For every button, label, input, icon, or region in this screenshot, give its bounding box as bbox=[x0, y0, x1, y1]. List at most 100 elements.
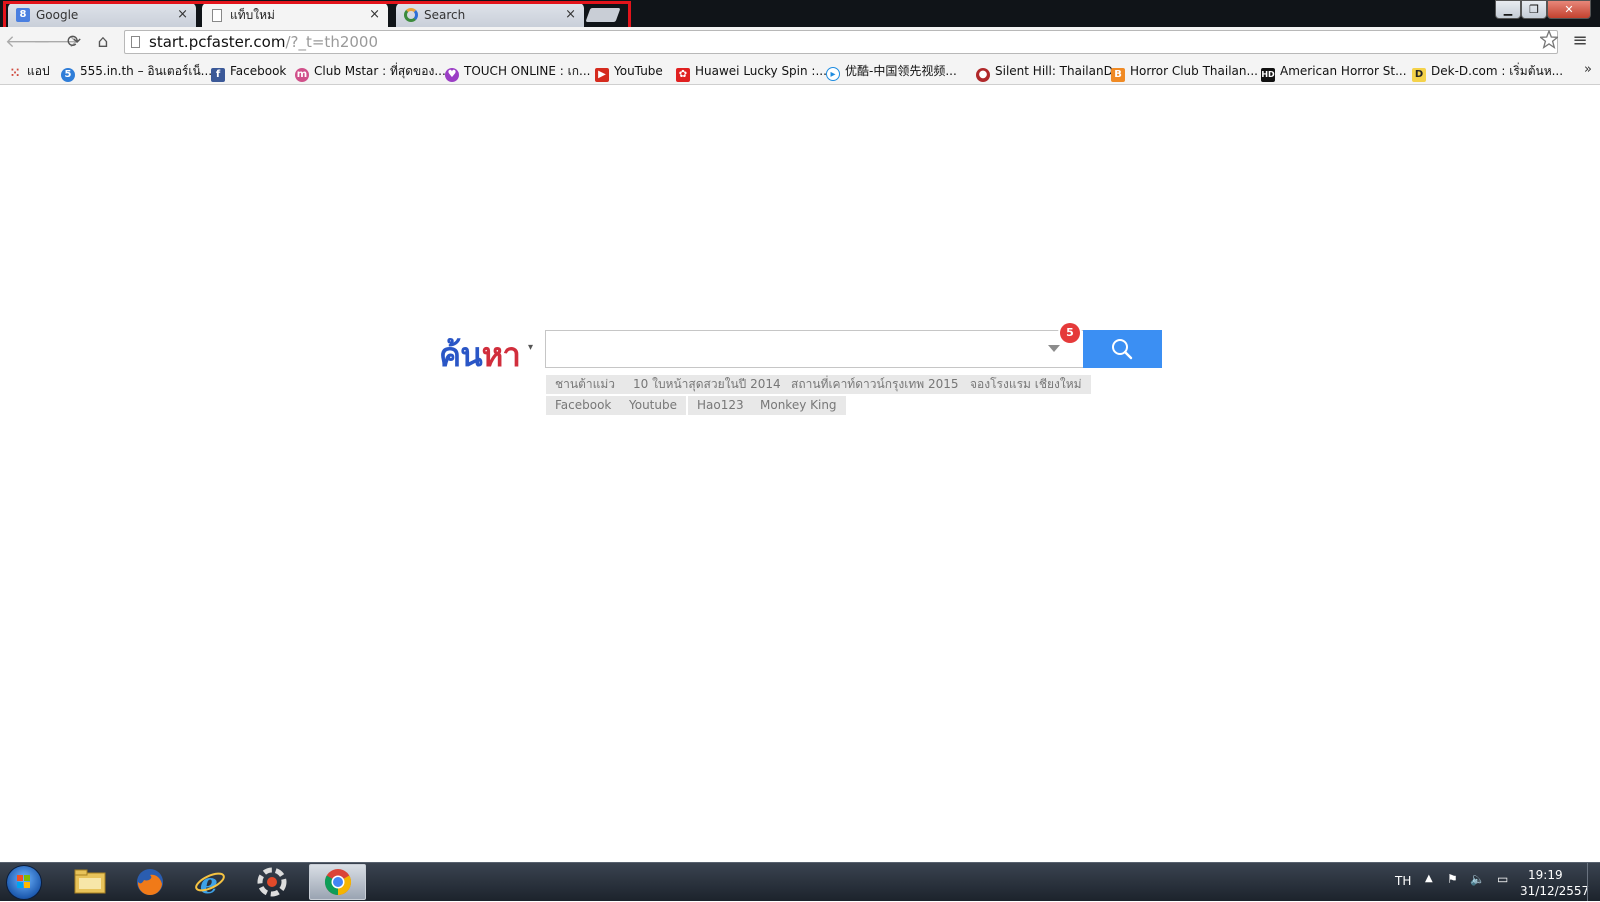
bookmarks-more-button[interactable]: » bbox=[1584, 62, 1592, 77]
silent-hill-icon: ● bbox=[976, 68, 990, 82]
toolbar: 🡐 🡒 ⟳ ⌂ start.pcfaster.com/?_t=th2000 ≡ bbox=[0, 27, 1600, 58]
bookmarks-bar: ⁙ แอป 5 555.in.th – อินเตอร์เน็... f Facebo… bbox=[0, 58, 1600, 85]
reload-button[interactable]: ⟳ bbox=[62, 31, 86, 53]
suggestion-chip[interactable]: 10 ใบหน้าสุดสวยในปี 2014 bbox=[624, 375, 790, 394]
bookmark-label: YouTube bbox=[614, 64, 663, 78]
menu-icon[interactable]: ≡ bbox=[1570, 30, 1590, 52]
bookmark-label: 555.in.th – อินเตอร์เน็... bbox=[80, 64, 213, 78]
youku-icon: ▸ bbox=[826, 67, 840, 81]
internet-explorer-icon[interactable]: e bbox=[182, 864, 238, 900]
bookmark-label: American Horror St... bbox=[1280, 64, 1407, 78]
suggestion-chip[interactable]: ชานต้าแม่ว bbox=[546, 375, 624, 394]
maximize-button[interactable]: ❐ bbox=[1521, 0, 1547, 19]
chrome-icon[interactable] bbox=[309, 864, 366, 900]
suggestion-chip[interactable]: จองโรงแรม เชียงใหม่ bbox=[961, 375, 1091, 394]
bookmark-apps[interactable]: ⁙ แอป bbox=[8, 62, 50, 80]
back-button[interactable]: 🡐 bbox=[5, 31, 51, 53]
firefox-icon[interactable] bbox=[122, 864, 178, 900]
youtube-icon: ▶ bbox=[595, 68, 609, 82]
close-icon[interactable]: × bbox=[369, 3, 380, 27]
bookmark-label: Club Mstar : ที่สุดของ... bbox=[314, 64, 446, 78]
bookmark-american-horror[interactable]: HD American Horror St... bbox=[1261, 62, 1407, 82]
bookmark-dek-d[interactable]: D Dek-D.com : เริ่มต้นห... bbox=[1412, 62, 1564, 82]
bookmark-label: Horror Club Thailan... bbox=[1130, 64, 1258, 78]
star-icon[interactable] bbox=[1538, 29, 1560, 52]
555-icon: 5 bbox=[61, 68, 75, 82]
bookmark-youtube[interactable]: ▶ YouTube bbox=[595, 62, 663, 82]
bookmark-club-mstar[interactable]: m Club Mstar : ที่สุดของ... bbox=[295, 62, 446, 82]
tab-strip: 8 Google × แท็บใหม่ × Search × ▁ ❐ ✕ bbox=[0, 0, 1600, 27]
suggestion-chip[interactable]: Facebook bbox=[546, 396, 621, 415]
mstar-icon: m bbox=[295, 68, 309, 82]
suggestion-chip[interactable]: สถานที่เคาท์ดาวน์กรุงเทพ 2015 bbox=[782, 375, 968, 394]
notification-badge: 5 bbox=[1060, 323, 1080, 343]
home-button[interactable]: ⌂ bbox=[91, 31, 115, 53]
tab-title: แท็บใหม่ bbox=[230, 8, 275, 22]
search-engine-icon bbox=[404, 8, 418, 22]
minimize-button[interactable]: ▁ bbox=[1495, 0, 1521, 19]
close-icon[interactable]: × bbox=[565, 3, 576, 27]
bookmark-label: แอป bbox=[27, 64, 50, 78]
page-icon bbox=[131, 36, 140, 48]
bookmark-label: Facebook bbox=[230, 64, 287, 78]
facebook-icon: f bbox=[211, 68, 225, 82]
bookmark-youku[interactable]: ▸ 优酷-中国领先视频... bbox=[826, 62, 957, 81]
svg-text:e: e bbox=[200, 867, 218, 898]
bookmark-label: Silent Hill: ThailanD bbox=[995, 64, 1113, 78]
tab-search[interactable]: Search × bbox=[396, 3, 584, 27]
bookmark-label: Huawei Lucky Spin :... bbox=[695, 64, 827, 78]
page-icon bbox=[212, 9, 222, 22]
show-hidden-icons-icon[interactable]: ▲ bbox=[1425, 873, 1433, 884]
file-explorer-icon[interactable] bbox=[62, 864, 118, 900]
bookmark-touch-online[interactable]: ♥ TOUCH ONLINE : เก... bbox=[445, 62, 591, 82]
search-field[interactable] bbox=[545, 330, 1084, 368]
tab-title: Search bbox=[424, 8, 466, 22]
bookmark-label: 优酷-中国领先视频... bbox=[845, 64, 957, 78]
action-center-flag-icon[interactable]: ⚑ bbox=[1447, 872, 1458, 886]
volume-icon[interactable]: 🔈 bbox=[1470, 872, 1485, 886]
language-indicator[interactable]: TH bbox=[1395, 874, 1411, 888]
logo-part-red: หา bbox=[481, 335, 521, 374]
bookmark-555[interactable]: 5 555.in.th – อินเตอร์เน็... bbox=[61, 62, 213, 82]
close-window-button[interactable]: ✕ bbox=[1547, 0, 1591, 19]
windows-logo-icon bbox=[17, 875, 30, 888]
clock-time[interactable]: 19:19 bbox=[1528, 868, 1563, 882]
hd-icon: HD bbox=[1261, 68, 1275, 82]
tab-new-tab[interactable]: แท็บใหม่ × bbox=[202, 3, 388, 27]
logo-part-blue: ค้น bbox=[439, 335, 483, 374]
url-path: /?_t=th2000 bbox=[285, 33, 378, 51]
suggestion-chip[interactable]: Youtube bbox=[620, 396, 686, 415]
bookmark-horror-club[interactable]: B Horror Club Thailan... bbox=[1111, 62, 1258, 82]
tab-google[interactable]: 8 Google × bbox=[8, 3, 196, 27]
start-button[interactable] bbox=[6, 865, 42, 900]
bookmark-silent-hill[interactable]: ● Silent Hill: ThailanD bbox=[976, 62, 1113, 82]
bookmark-facebook[interactable]: f Facebook bbox=[211, 62, 287, 82]
apps-grid-icon: ⁙ bbox=[9, 66, 21, 80]
bookmark-label: Dek-D.com : เริ่มต้นห... bbox=[1431, 64, 1564, 78]
suggestion-chip[interactable]: Monkey King bbox=[751, 396, 846, 415]
url-host: start.pcfaster.com bbox=[149, 33, 286, 51]
network-icon[interactable]: ▭ bbox=[1497, 872, 1508, 886]
search-icon bbox=[1112, 339, 1133, 360]
close-icon[interactable]: × bbox=[177, 3, 188, 27]
dropdown-arrow-icon[interactable] bbox=[1048, 345, 1060, 352]
tab-title: Google bbox=[36, 8, 79, 22]
camera-app-icon[interactable] bbox=[244, 864, 300, 900]
chevron-down-icon[interactable]: ▾ bbox=[528, 342, 533, 353]
clock-date[interactable]: 31/12/2557 bbox=[1520, 884, 1589, 898]
bookmark-huawei[interactable]: ✿ Huawei Lucky Spin :... bbox=[676, 62, 827, 82]
search-input[interactable] bbox=[552, 337, 1036, 363]
bookmark-label: TOUCH ONLINE : เก... bbox=[464, 64, 591, 78]
taskbar: e TH ▲ ⚑ 🔈 ▭ 19:19 31/12/2557 bbox=[0, 862, 1600, 901]
search-logo[interactable]: ค้นหา bbox=[439, 328, 521, 381]
show-desktop-button[interactable] bbox=[1587, 863, 1600, 901]
new-tab-button[interactable] bbox=[585, 8, 621, 22]
huawei-icon: ✿ bbox=[676, 68, 690, 82]
address-bar[interactable]: start.pcfaster.com/?_t=th2000 bbox=[124, 30, 1558, 54]
search-button[interactable] bbox=[1083, 330, 1162, 368]
forward-button[interactable]: 🡒 bbox=[33, 31, 79, 53]
blogger-icon: B bbox=[1111, 68, 1125, 82]
touch-online-icon: ♥ bbox=[445, 68, 459, 82]
suggestion-chip[interactable]: Hao123 bbox=[688, 396, 753, 415]
dekd-icon: D bbox=[1412, 68, 1426, 82]
